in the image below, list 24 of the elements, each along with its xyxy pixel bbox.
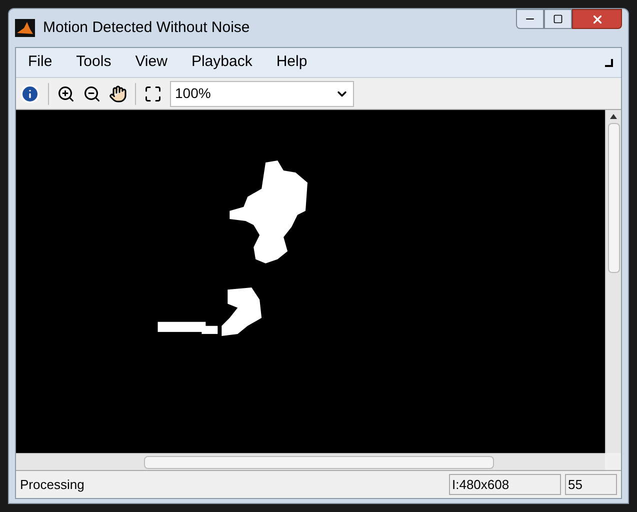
frame-number: 55 — [565, 474, 617, 496]
menu-item[interactable]: File — [24, 51, 56, 74]
close-icon — [590, 12, 604, 26]
arrow-icon — [605, 58, 613, 66]
logo-icon — [15, 19, 35, 37]
zoom-out-icon[interactable] — [83, 84, 101, 102]
horizontal-scrollbar[interactable] — [16, 453, 605, 470]
zoom-dropdown[interactable]: 100% — [170, 80, 354, 106]
close-button[interactable] — [572, 9, 622, 29]
window-title: Motion Detected Without Noise — [43, 18, 250, 38]
info-icon[interactable] — [20, 84, 40, 104]
vertical-scrollbar[interactable] — [605, 110, 621, 453]
maximize-icon — [553, 14, 563, 24]
maximize-button[interactable] — [544, 9, 572, 29]
menu-item[interactable]: View — [131, 51, 172, 74]
status-message: Processing — [20, 476, 86, 494]
menu-item[interactable]: Tools — [72, 51, 116, 74]
menu-item[interactable]: Playback — [187, 51, 256, 74]
up-arrow-icon[interactable] — [610, 114, 617, 119]
menu-item[interactable]: Help — [272, 51, 312, 74]
fit-icon[interactable] — [144, 84, 162, 102]
zoom-in-icon[interactable] — [57, 84, 75, 102]
image-size: I:480x608 — [449, 474, 561, 496]
hand-icon[interactable] — [109, 84, 127, 102]
